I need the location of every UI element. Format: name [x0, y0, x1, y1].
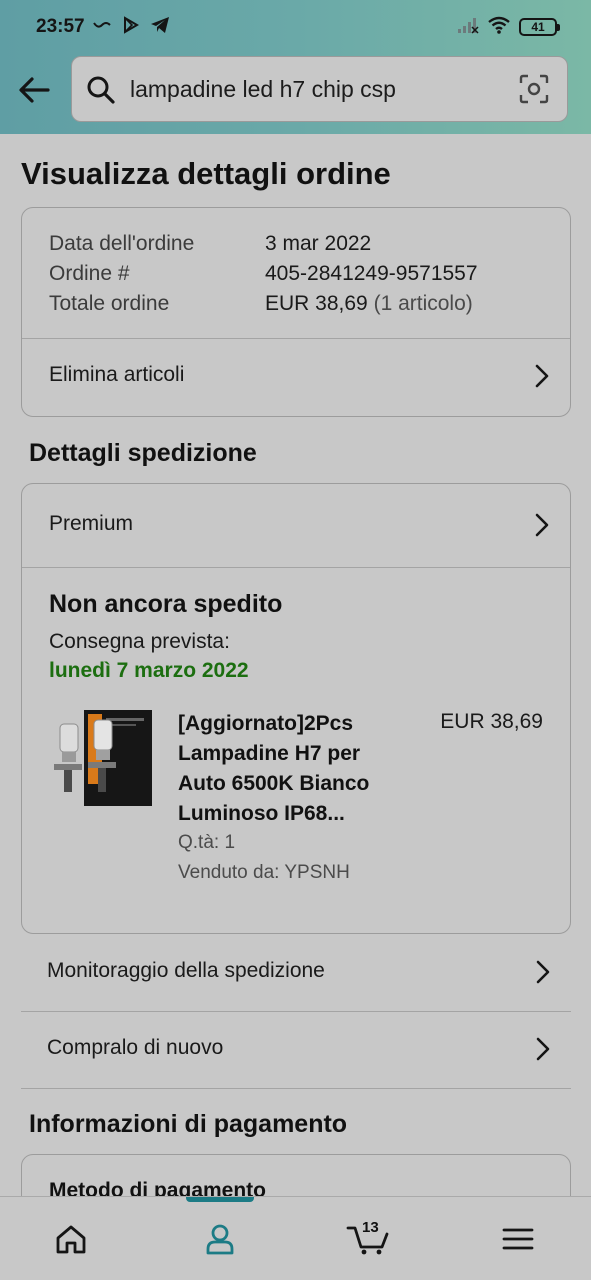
- search-input[interactable]: lampadine led h7 chip csp: [130, 76, 396, 103]
- chevron-right-icon: [535, 513, 549, 537]
- nav-menu[interactable]: [468, 1197, 568, 1280]
- bottom-navigation: [0, 1196, 591, 1280]
- chevron-right-icon: [535, 364, 549, 388]
- product-quantity: Q.tà: 1: [178, 832, 236, 853]
- shipping-card: Premium Non ancora spedito Consegna prev…: [21, 483, 571, 934]
- delivery-date: lunedì 7 marzo 2022: [49, 659, 249, 682]
- order-total-value: EUR 38,69 (1 articolo): [265, 292, 473, 316]
- wifi-icon: [487, 16, 511, 39]
- product-price: EUR 38,69: [440, 710, 543, 733]
- account-icon: [206, 1224, 234, 1255]
- order-summary-card: Data dell'ordine 3 mar 2022 Ordine # 405…: [21, 207, 571, 417]
- nav-account[interactable]: [170, 1197, 270, 1280]
- delete-items-label: Elimina articoli: [49, 363, 185, 386]
- payment-section-title: Informazioni di pagamento: [29, 1110, 348, 1138]
- menu-icon: [502, 1228, 534, 1250]
- chevron-right-icon: [536, 1037, 550, 1061]
- order-date-label: Data dell'ordine: [49, 232, 195, 255]
- chevron-right-icon: [536, 960, 550, 984]
- track-shipment-row[interactable]: Monitoraggio della spedizione: [21, 935, 571, 1012]
- back-arrow-icon: [19, 77, 50, 103]
- camera-icon[interactable]: [519, 74, 549, 104]
- delivery-label: Consegna prevista:: [49, 630, 230, 653]
- shipping-section-title: Dettagli spedizione: [29, 439, 257, 467]
- buy-again-row[interactable]: Compralo di nuovo: [21, 1012, 571, 1089]
- home-icon: [56, 1225, 86, 1254]
- order-number-value: 405-2841249-9571557: [265, 262, 478, 285]
- play-store-icon: [122, 15, 140, 39]
- product-title[interactable]: [Aggiornato]2Pcs Lampadine H7 per Auto 6…: [178, 709, 398, 829]
- tilde-icon: [92, 18, 112, 36]
- divider: [22, 567, 570, 568]
- battery-level: 41: [531, 20, 545, 34]
- app-header: 23:57 41 lampadine led h7 chip csp: [0, 0, 591, 134]
- order-total-label: Totale ordine: [49, 292, 170, 315]
- telegram-icon: [150, 16, 170, 39]
- track-shipment-label: Monitoraggio della spedizione: [47, 959, 325, 982]
- page-title: Visualizza dettagli ordine: [21, 156, 391, 191]
- status-icons-left: [92, 15, 170, 39]
- status-bar: 23:57 41: [0, 0, 591, 54]
- order-total-items: (1 articolo): [373, 292, 473, 315]
- buy-again-label: Compralo di nuovo: [47, 1036, 224, 1059]
- delete-items-row[interactable]: Elimina articoli: [22, 339, 570, 415]
- search-icon: [87, 76, 115, 104]
- search-bar[interactable]: lampadine led h7 chip csp: [71, 56, 568, 122]
- led-bulb-product-icon: [54, 710, 152, 806]
- status-icons-right: 41: [457, 14, 560, 40]
- shipping-method-label: Premium: [49, 512, 134, 535]
- product-image[interactable]: [48, 706, 156, 816]
- order-number-label: Ordine #: [49, 262, 130, 285]
- signal-icon: [457, 16, 479, 39]
- back-button[interactable]: [16, 72, 52, 108]
- battery-icon: 41: [519, 18, 560, 36]
- shipping-method-row[interactable]: Premium: [22, 488, 570, 564]
- nav-cart[interactable]: [318, 1197, 418, 1280]
- product-seller: Venduto da: YPSNH: [178, 862, 350, 883]
- order-total-amount: EUR 38,69: [265, 292, 368, 315]
- shipment-status: Non ancora spedito: [49, 590, 283, 618]
- nav-home[interactable]: [21, 1197, 121, 1280]
- cart-count-badge: 13: [362, 1219, 379, 1236]
- status-time: 23:57: [36, 16, 85, 37]
- order-date-value: 3 mar 2022: [265, 232, 372, 255]
